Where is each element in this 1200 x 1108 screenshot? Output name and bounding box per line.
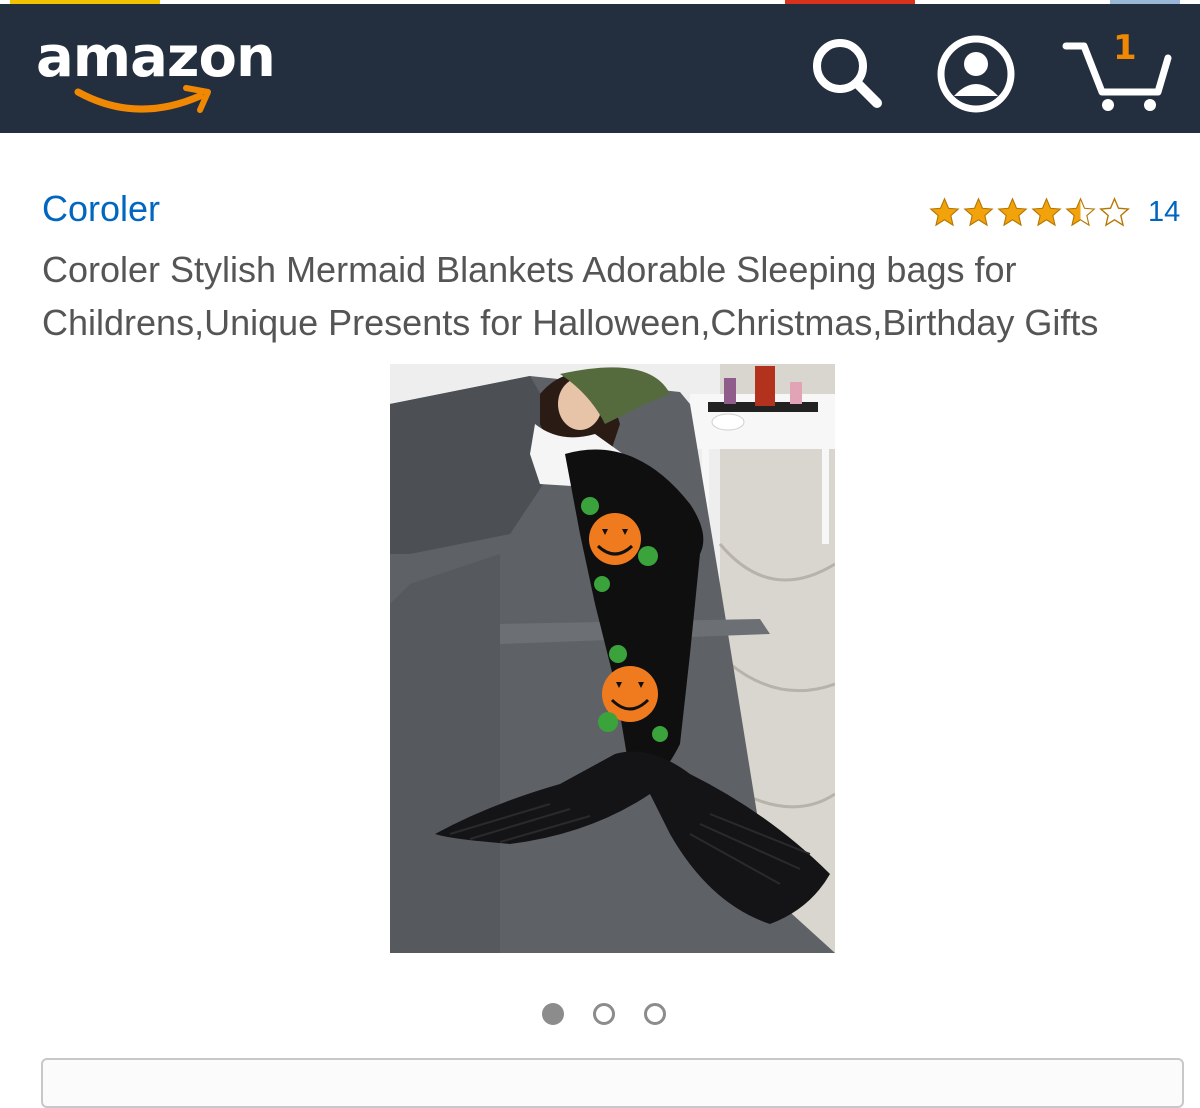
star-rating[interactable] [928, 196, 1131, 229]
cart-count-badge: 1 [1113, 28, 1137, 68]
star-full-icon [963, 197, 994, 227]
account-icon[interactable] [934, 32, 1018, 116]
star-empty-icon [1099, 196, 1130, 227]
carousel-dot[interactable] [593, 1003, 615, 1025]
amazon-logo[interactable]: amazon [36, 26, 276, 116]
product-title: Coroler Stylish Mermaid Blankets Adorabl… [42, 249, 1099, 343]
header-bar: amazon 1 [0, 4, 1200, 133]
star-full-icon [997, 197, 1028, 227]
carousel-dot[interactable] [644, 1003, 666, 1025]
product-photo [390, 364, 835, 953]
rating-count-link[interactable]: 14 [1148, 196, 1180, 229]
bottom-panel [41, 1058, 1184, 1108]
star-full-icon [929, 197, 960, 227]
star-half-icon [1065, 197, 1096, 227]
brand-link[interactable]: Coroler [42, 188, 160, 230]
star-full-icon [1031, 197, 1062, 227]
product-image[interactable] [390, 364, 835, 953]
carousel-dot-active[interactable] [542, 1003, 564, 1025]
search-icon[interactable] [806, 32, 886, 112]
smile-arrow-icon [74, 85, 211, 113]
carousel-indicators [542, 1003, 666, 1025]
